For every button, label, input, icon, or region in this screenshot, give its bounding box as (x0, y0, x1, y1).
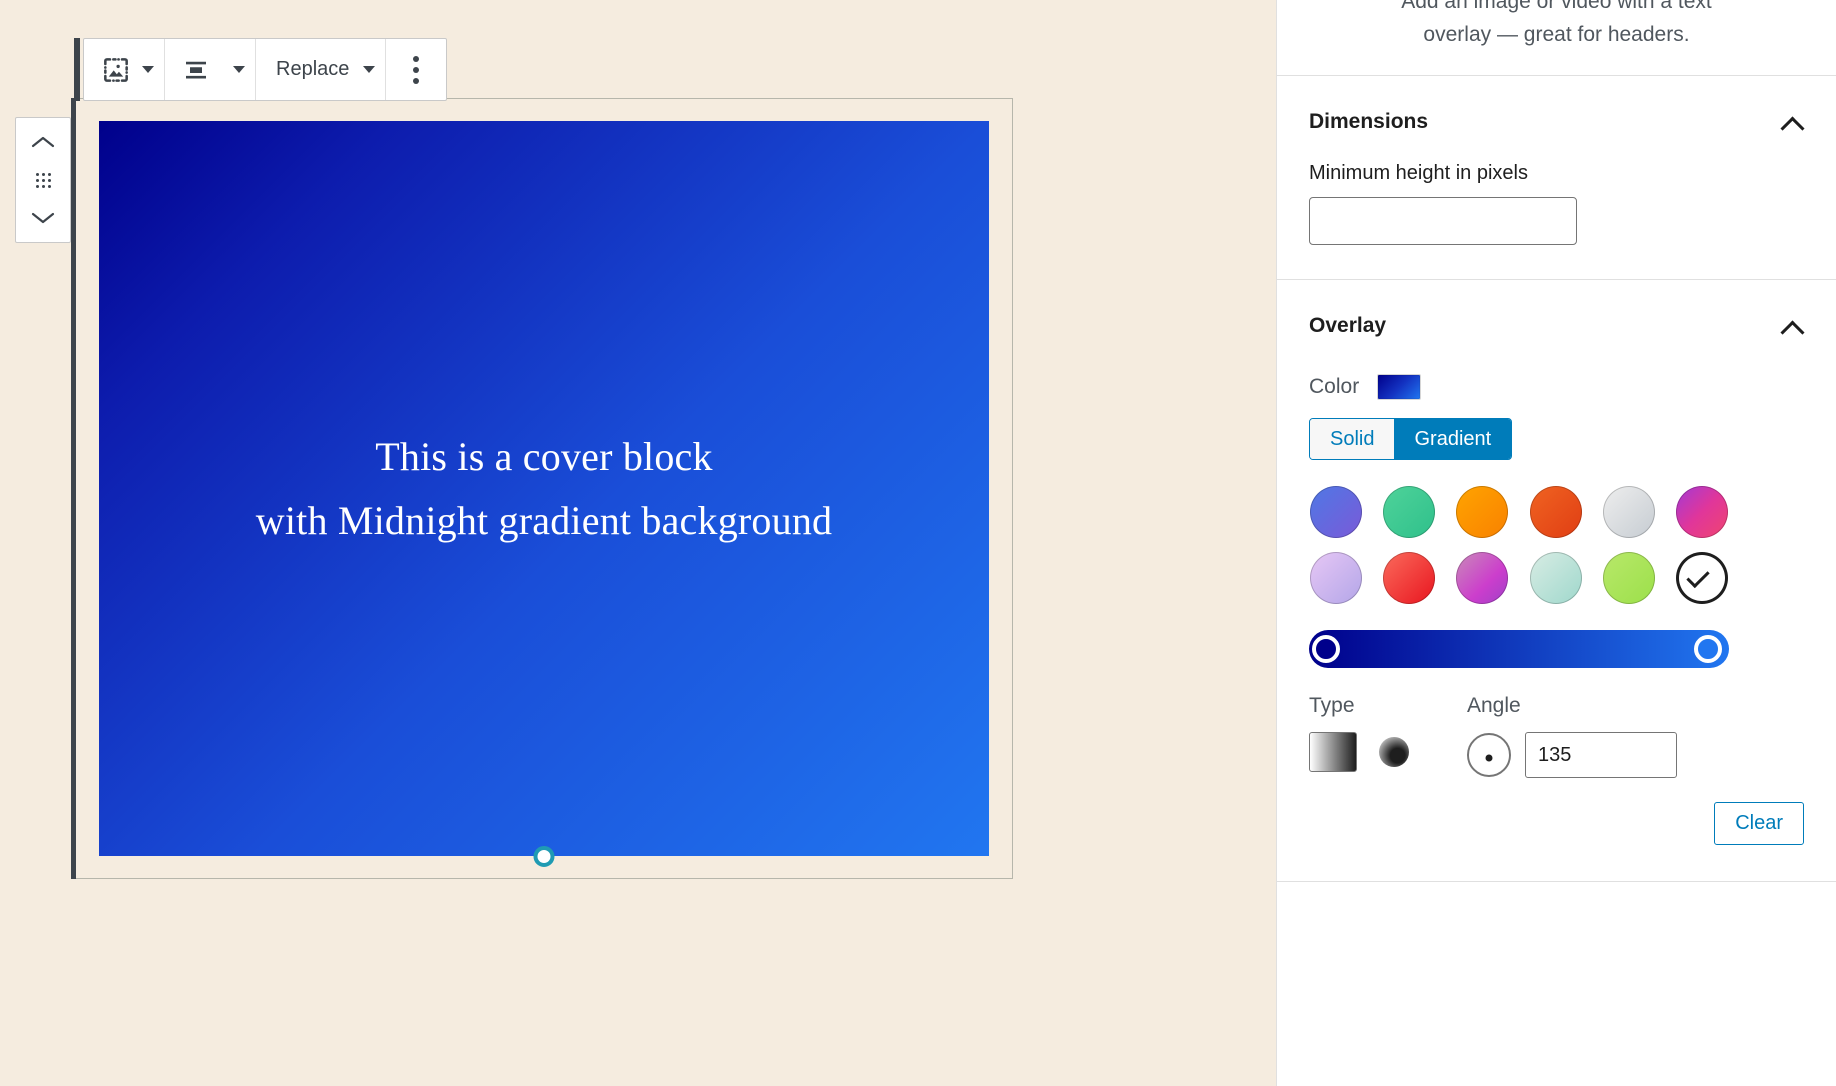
radial-gradient-type-button[interactable] (1379, 737, 1409, 767)
gradient-swatch-electric-grass[interactable] (1603, 552, 1655, 604)
panel-dimensions-header[interactable]: Dimensions (1309, 76, 1804, 148)
editor-canvas: Replace This is a cover block with Midni… (0, 0, 1276, 1086)
overlay-color-row: Color (1309, 374, 1804, 400)
min-height-input[interactable] (1309, 197, 1577, 245)
block-description: Add an image or video with a text overla… (1277, 0, 1836, 76)
clear-button[interactable]: Clear (1714, 802, 1804, 845)
move-up-button[interactable] (23, 126, 63, 158)
angle-input[interactable] (1525, 732, 1677, 778)
gradient-stop-end[interactable] (1694, 635, 1722, 663)
solid-tab[interactable]: Solid (1310, 419, 1394, 459)
gradient-swatch-luminous-dusk[interactable] (1456, 552, 1508, 604)
panel-overlay-title: Overlay (1309, 314, 1386, 338)
gradient-swatch-cool-to-warm-spectrum[interactable] (1676, 486, 1728, 538)
align-center-icon[interactable] (175, 48, 217, 92)
cover-block-text[interactable]: This is a cover block with Midnight grad… (256, 425, 833, 553)
angle-row (1467, 732, 1677, 778)
gradient-slider (1309, 630, 1729, 668)
overlay-color-swatch[interactable] (1377, 374, 1421, 400)
panel-dimensions: Dimensions Minimum height in pixels (1277, 76, 1836, 280)
panel-overlay: Overlay Color Solid Gradient (1277, 280, 1836, 882)
clear-row: Clear (1309, 802, 1804, 851)
solid-gradient-toggle: Solid Gradient (1309, 418, 1512, 460)
cover-block-icon[interactable] (94, 48, 138, 92)
toolbar-group-align (165, 39, 256, 100)
resize-handle[interactable] (534, 846, 555, 867)
gradient-swatch-grid (1309, 486, 1729, 604)
cover-block[interactable]: This is a cover block with Midnight grad… (99, 121, 989, 856)
overlay-color-label: Color (1309, 375, 1359, 399)
cover-block-wrapper[interactable]: This is a cover block with Midnight grad… (71, 98, 1013, 879)
cover-text-line-2: with Midnight gradient background (256, 489, 833, 553)
block-toolbar: Replace (83, 38, 447, 101)
chevron-up-icon[interactable] (1782, 320, 1804, 333)
type-label: Type (1309, 694, 1409, 718)
replace-label: Replace (272, 58, 353, 81)
gradient-swatch-luminous-vivid-orange-to-vivid-red[interactable] (1530, 486, 1582, 538)
replace-button[interactable]: Replace (266, 48, 359, 92)
min-height-label: Minimum height in pixels (1309, 162, 1804, 185)
gradient-swatch-blush-bordeaux[interactable] (1383, 552, 1435, 604)
wordpress-block-editor: Replace This is a cover block with Midni… (0, 0, 1836, 1086)
gradient-swatch-very-light-gray-to-cyan-bluish-gray[interactable] (1603, 486, 1655, 538)
type-angle-row: Type Angle (1309, 694, 1804, 778)
move-down-button[interactable] (23, 202, 63, 234)
gradient-tab[interactable]: Gradient (1394, 419, 1511, 459)
angle-control: Angle (1467, 694, 1677, 778)
toolbar-group-replace: Replace (256, 39, 386, 100)
chevron-up-icon[interactable] (1782, 116, 1804, 129)
type-control: Type (1309, 694, 1409, 772)
block-settings-sidebar: Add an image or video with a text overla… (1276, 0, 1836, 1086)
gradient-stop-start[interactable] (1312, 635, 1340, 663)
replace-chevron-down-icon[interactable] (363, 66, 375, 73)
angle-dial[interactable] (1467, 733, 1511, 777)
gradient-swatch-luminous-vivid-amber-to-luminous-vivid-orange[interactable] (1456, 486, 1508, 538)
gradient-slider-track[interactable] (1309, 630, 1729, 668)
block-description-line-1: Add an image or video with a text (1309, 0, 1804, 19)
linear-gradient-type-button[interactable] (1309, 732, 1357, 772)
gradient-swatch-light-green-cyan-to-vivid-green-cyan[interactable] (1383, 486, 1435, 538)
block-type-chevron-down-icon[interactable] (142, 66, 154, 73)
panel-overlay-header[interactable]: Overlay (1309, 280, 1804, 352)
toolbar-group-block-type (84, 39, 165, 100)
cover-text-line-1: This is a cover block (256, 425, 833, 489)
align-chevron-down-icon[interactable] (233, 66, 245, 73)
angle-label: Angle (1467, 694, 1677, 718)
drag-handle-icon[interactable] (23, 166, 63, 194)
gradient-swatch-midnight[interactable] (1676, 552, 1728, 604)
toolbar-group-more (386, 39, 446, 100)
block-mover (15, 117, 71, 243)
more-options-icon[interactable] (396, 48, 436, 92)
type-buttons (1309, 732, 1409, 772)
block-description-text: Add an image or video with a text overla… (1309, 0, 1804, 51)
block-description-line-2: overlay — great for headers. (1423, 23, 1689, 46)
panel-overlay-body: Color Solid Gradient Type (1309, 374, 1804, 881)
gradient-swatch-vivid-cyan-blue-to-vivid-purple[interactable] (1310, 486, 1362, 538)
gradient-swatch-pale-ocean[interactable] (1530, 552, 1582, 604)
gradient-swatch-blush-light-purple[interactable] (1310, 552, 1362, 604)
panel-dimensions-body: Minimum height in pixels (1309, 162, 1804, 279)
panel-dimensions-title: Dimensions (1309, 110, 1428, 134)
